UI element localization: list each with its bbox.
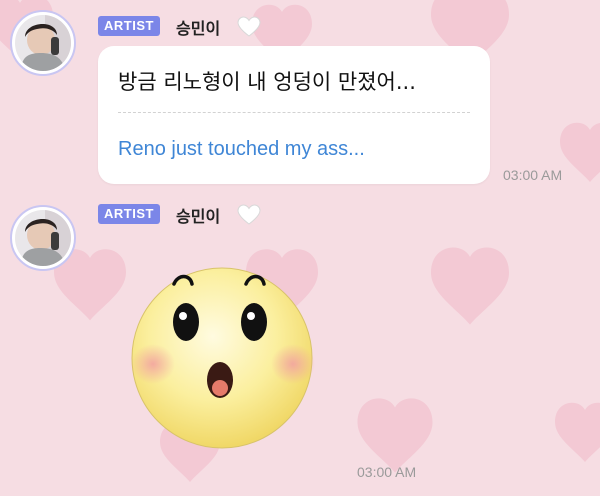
sender-name: 승민이 bbox=[176, 207, 221, 226]
avatar[interactable] bbox=[10, 205, 76, 271]
avatar-photo bbox=[15, 210, 71, 266]
timestamp: 03:00 AM bbox=[357, 464, 417, 480]
white-heart-icon bbox=[237, 204, 261, 225]
message-2: ARTIST 승민이 03:00 AM bbox=[0, 0, 600, 496]
surprised-emoji-sticker[interactable] bbox=[128, 262, 328, 462]
artist-badge: ARTIST bbox=[98, 204, 160, 224]
